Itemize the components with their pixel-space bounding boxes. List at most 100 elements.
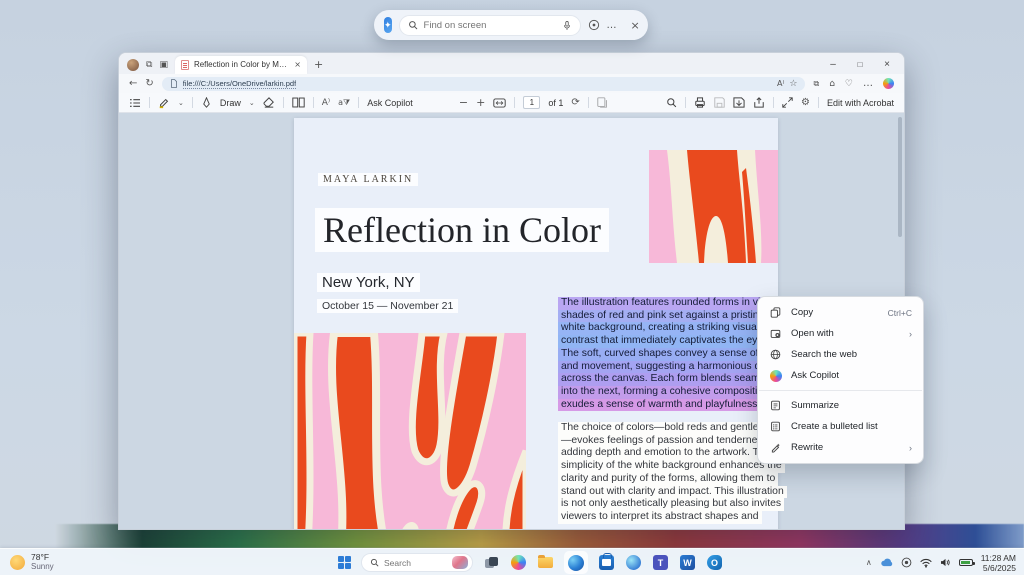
browser-essentials-icon[interactable]: ♡ xyxy=(845,79,853,89)
visual-search-icon[interactable] xyxy=(588,19,600,31)
highlight-icon[interactable] xyxy=(158,97,170,109)
taskbar-search[interactable] xyxy=(361,553,473,572)
ask-copilot-button[interactable]: Ask Copilot xyxy=(367,98,413,108)
taskbar-center: T W O xyxy=(338,549,723,575)
active-tab[interactable]: Reflection in Color by Maya Lark × xyxy=(175,56,307,74)
collections-icon[interactable]: ⌂ xyxy=(829,79,835,89)
phone-link-icon[interactable] xyxy=(625,554,642,571)
outlook-icon[interactable]: O xyxy=(706,554,723,571)
back-icon[interactable]: ← xyxy=(129,78,137,89)
split-screen-icon[interactable]: ⧉ xyxy=(813,79,819,89)
tab-close-icon[interactable]: × xyxy=(294,60,301,69)
save-as-icon[interactable] xyxy=(733,97,745,108)
copilot-taskbar-icon[interactable] xyxy=(510,554,527,571)
settings-more-icon[interactable]: … xyxy=(863,78,873,89)
volume-icon[interactable] xyxy=(940,558,951,567)
desktop: ✦ … × ⧉ ▣ Reflection in Color by Maya La… xyxy=(0,0,1024,575)
minimize-icon[interactable]: – xyxy=(824,59,842,70)
save-icon[interactable] xyxy=(714,97,725,108)
menu-item-summarize[interactable]: Summarize xyxy=(758,395,923,416)
edit-with-acrobat-button[interactable]: Edit with Acrobat xyxy=(827,98,894,108)
thumbnail-icon[interactable] xyxy=(597,97,608,108)
profile-avatar[interactable] xyxy=(127,59,139,71)
date-label: 5/6/2025 xyxy=(981,563,1016,573)
fit-width-icon[interactable] xyxy=(493,98,506,108)
copilot-menu-icon xyxy=(769,369,782,382)
task-view-icon[interactable] xyxy=(483,554,500,571)
pdf-settings-gear-icon[interactable]: ⚙ xyxy=(801,97,810,108)
teams-icon[interactable]: T xyxy=(652,554,669,571)
close-icon[interactable]: × xyxy=(631,19,640,32)
text-size-icon[interactable]: A⁾ xyxy=(322,98,330,108)
edge-icon-active[interactable] xyxy=(564,551,588,574)
draw-button[interactable]: Draw xyxy=(220,98,241,108)
find-on-screen-input-wrap[interactable] xyxy=(399,15,581,36)
globe-icon xyxy=(769,348,782,361)
taskbar-clock[interactable]: 11:28 AM 5/6/2025 xyxy=(981,553,1016,573)
maximize-icon[interactable]: □ xyxy=(851,60,869,69)
menu-item-ask-copilot[interactable]: Ask Copilot xyxy=(758,365,923,386)
context-menu: Copy Ctrl+C Open with › Search the web A… xyxy=(757,296,924,464)
document-title: Reflection in Color xyxy=(315,208,609,252)
microphone-icon[interactable] xyxy=(562,20,572,31)
zoom-in-icon[interactable]: + xyxy=(476,96,485,109)
menu-item-search-web[interactable]: Search the web xyxy=(758,344,923,365)
weather-widget[interactable]: 78°F Sunny xyxy=(10,552,54,572)
shortcut-label: Ctrl+C xyxy=(888,308,912,318)
open-with-icon xyxy=(769,327,782,340)
address-bar[interactable]: file:///C:/Users/OneDrive/larkin.pdf A⁾ … xyxy=(162,77,806,91)
separator xyxy=(773,97,774,108)
battery-icon[interactable] xyxy=(959,559,973,566)
hidden-icons-chevron[interactable]: ∧ xyxy=(866,558,872,567)
taskbar-search-input[interactable] xyxy=(384,558,447,568)
file-icon xyxy=(170,79,178,88)
refresh-icon[interactable]: ↻ xyxy=(145,78,153,89)
pdf-search-icon[interactable] xyxy=(666,97,677,108)
eraser-icon[interactable] xyxy=(263,97,275,108)
start-button[interactable] xyxy=(338,556,351,569)
separator xyxy=(283,97,284,108)
menu-item-rewrite[interactable]: Rewrite › xyxy=(758,437,923,458)
new-tab-icon[interactable]: + xyxy=(314,58,323,71)
page-number-input[interactable]: 1 xyxy=(523,96,540,109)
find-on-screen-input[interactable] xyxy=(424,20,556,31)
draw-dropdown-icon[interactable]: ⌄ xyxy=(249,99,255,107)
page-view-icon[interactable] xyxy=(292,97,305,108)
copilot-icon[interactable] xyxy=(883,78,894,89)
rotate-icon[interactable]: ⟳ xyxy=(571,97,579,108)
fullscreen-icon[interactable] xyxy=(782,97,793,108)
menu-item-open-with[interactable]: Open with › xyxy=(758,323,923,344)
menu-item-bulleted-list[interactable]: Create a bulleted list xyxy=(758,416,923,437)
wifi-icon[interactable] xyxy=(920,558,932,568)
tab-actions-icon[interactable]: ▣ xyxy=(159,60,168,70)
zoom-out-icon[interactable]: − xyxy=(459,96,468,109)
workspaces-icon[interactable]: ⧉ xyxy=(146,60,152,70)
read-aloud-pdf-icon[interactable]: a⧩ xyxy=(338,98,350,108)
tab-strip: ⧉ ▣ Reflection in Color by Maya Lark × +… xyxy=(119,53,904,74)
artwork-top-right xyxy=(649,150,778,263)
window-close-icon[interactable]: × xyxy=(878,59,896,70)
taskbar: 78°F Sunny T W O ∧ xyxy=(0,548,1024,575)
taskbar-search-icon xyxy=(370,558,379,567)
search-icon xyxy=(408,20,418,30)
submenu-chevron-icon: › xyxy=(909,443,912,453)
artwork-left xyxy=(294,333,526,530)
table-of-contents-icon[interactable] xyxy=(129,98,141,108)
menu-item-copy[interactable]: Copy Ctrl+C xyxy=(758,302,923,323)
print-icon[interactable] xyxy=(694,97,706,108)
file-explorer-icon[interactable] xyxy=(537,554,554,571)
highlight-dropdown-icon[interactable]: ⌄ xyxy=(178,99,184,107)
document-location: New York, NY xyxy=(317,273,420,292)
word-icon[interactable]: W xyxy=(679,554,696,571)
store-icon[interactable] xyxy=(598,554,615,571)
favorites-star-icon[interactable]: ☆ xyxy=(789,79,797,89)
scrollbar[interactable] xyxy=(898,117,902,237)
read-aloud-icon[interactable]: A⁾ xyxy=(777,79,784,88)
draw-pen-icon[interactable] xyxy=(201,97,212,108)
url-text: file:///C:/Users/OneDrive/larkin.pdf xyxy=(183,79,296,89)
onedrive-icon[interactable] xyxy=(880,558,893,567)
share-icon[interactable] xyxy=(753,97,765,108)
more-options-icon[interactable]: … xyxy=(607,20,617,31)
tab-title: Reflection in Color by Maya Lark xyxy=(194,60,289,69)
security-icon[interactable] xyxy=(901,557,912,568)
